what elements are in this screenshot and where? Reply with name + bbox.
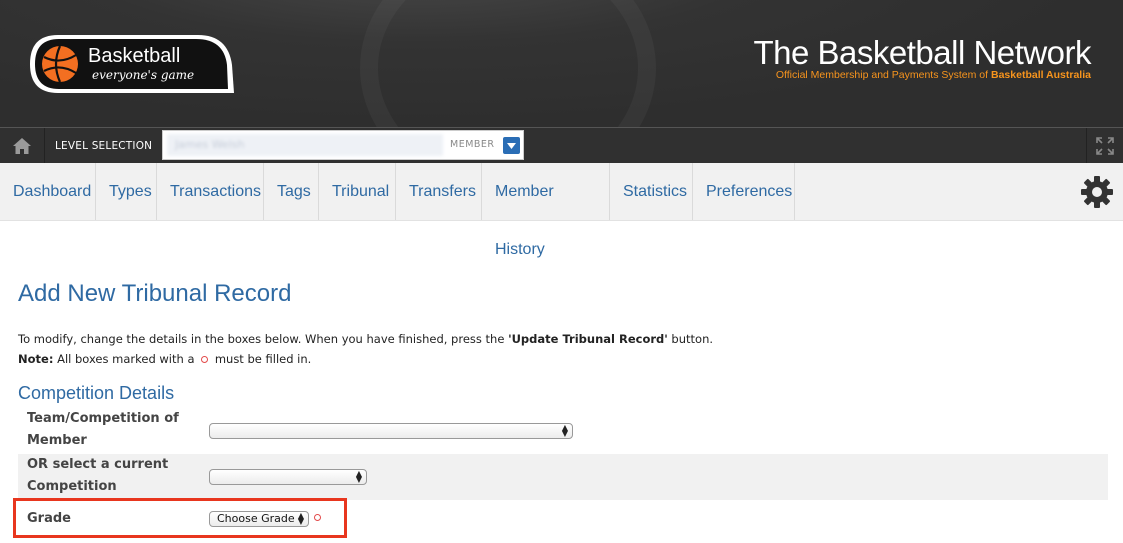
gear-icon[interactable] [1080,175,1114,209]
nav-types[interactable]: Types [96,163,157,220]
nav-statistics[interactable]: Statistics [610,163,693,220]
home-icon [13,138,31,154]
nav-tribunal[interactable]: Tribunal [319,163,396,220]
nav-tags[interactable]: Tags [264,163,319,220]
nav-transactions[interactable]: Transactions [157,163,264,220]
note-text-pre: All boxes marked with a [53,352,199,366]
nav-preferences[interactable]: Preferences [693,163,795,220]
required-note: Note: All boxes marked with a must be fi… [18,352,311,366]
required-indicator-icon [201,356,209,363]
team-competition-select[interactable]: ▲ ▼ [209,423,573,439]
intro-text-bold: 'Update Tribunal Record' [508,332,668,346]
level-selected-name: James Welsh [167,134,443,156]
note-text-post: must be filled in. [211,352,312,366]
intro-text: To modify, change the details in the box… [18,332,713,346]
nav-dashboard[interactable]: Dashboard [0,163,96,220]
basketball-logo[interactable]: Basketball everyone's game [28,33,234,95]
level-selection-label: LEVEL SELECTION [55,140,153,152]
level-selection-bar: LEVEL SELECTION James Welsh MEMBER [0,127,1123,164]
fullscreen-button[interactable] [1086,128,1123,164]
logo-tagline-text: everyone's game [92,68,194,82]
nav-member-history[interactable]: Member History [482,163,610,258]
page-title: Add New Tribunal Record [18,280,292,307]
field-label-team-competition: Team/Competition of Member [27,408,179,452]
note-label: Note: [18,352,54,366]
home-button[interactable] [0,128,45,164]
field-label-line1: Team/Competition of [27,411,179,426]
site-subtitle: Official Membership and Payments System … [776,69,1091,81]
main-navigation: Dashboard Types Transactions Tags Tribun… [0,163,1123,258]
intro-text-pre: To modify, change the details in the box… [18,332,509,346]
select-arrows-icon: ▲ ▼ [561,423,568,438]
header-background-swoosh [360,0,656,127]
section-title: Competition Details [18,383,175,403]
field-row-team-competition: Team/Competition of Member ▲ ▼ [18,408,1108,455]
chevron-down-icon [507,142,516,149]
site-header: Basketball everyone's game The Basketbal… [0,0,1123,127]
level-selector[interactable]: James Welsh MEMBER [162,130,524,160]
nav-transfers[interactable]: Transfers [396,163,482,220]
logo-main-text: Basketball [88,45,180,67]
level-dropdown-button[interactable] [503,137,520,154]
field-label-line2: Competition [27,479,117,494]
select-arrows-icon: ▲ ▼ [355,469,362,484]
fullscreen-icon [1096,137,1114,155]
annotation-highlight-box [13,498,347,538]
field-label-line2: Member [27,433,87,448]
site-subtitle-pre: Official Membership and Payments System … [775,69,991,81]
intro-text-post: button. [667,332,714,346]
level-role-label: MEMBER [450,139,495,150]
field-label-line1: OR select a current [27,457,169,472]
site-title: The Basketball Network [753,34,1092,71]
current-competition-select[interactable]: ▲ ▼ [209,469,367,485]
site-subtitle-bold: Basketball Australia [991,69,1091,81]
field-row-current-competition: OR select a current Competition ▲ ▼ [18,454,1108,500]
field-label-current-competition: OR select a current Competition [27,454,168,498]
